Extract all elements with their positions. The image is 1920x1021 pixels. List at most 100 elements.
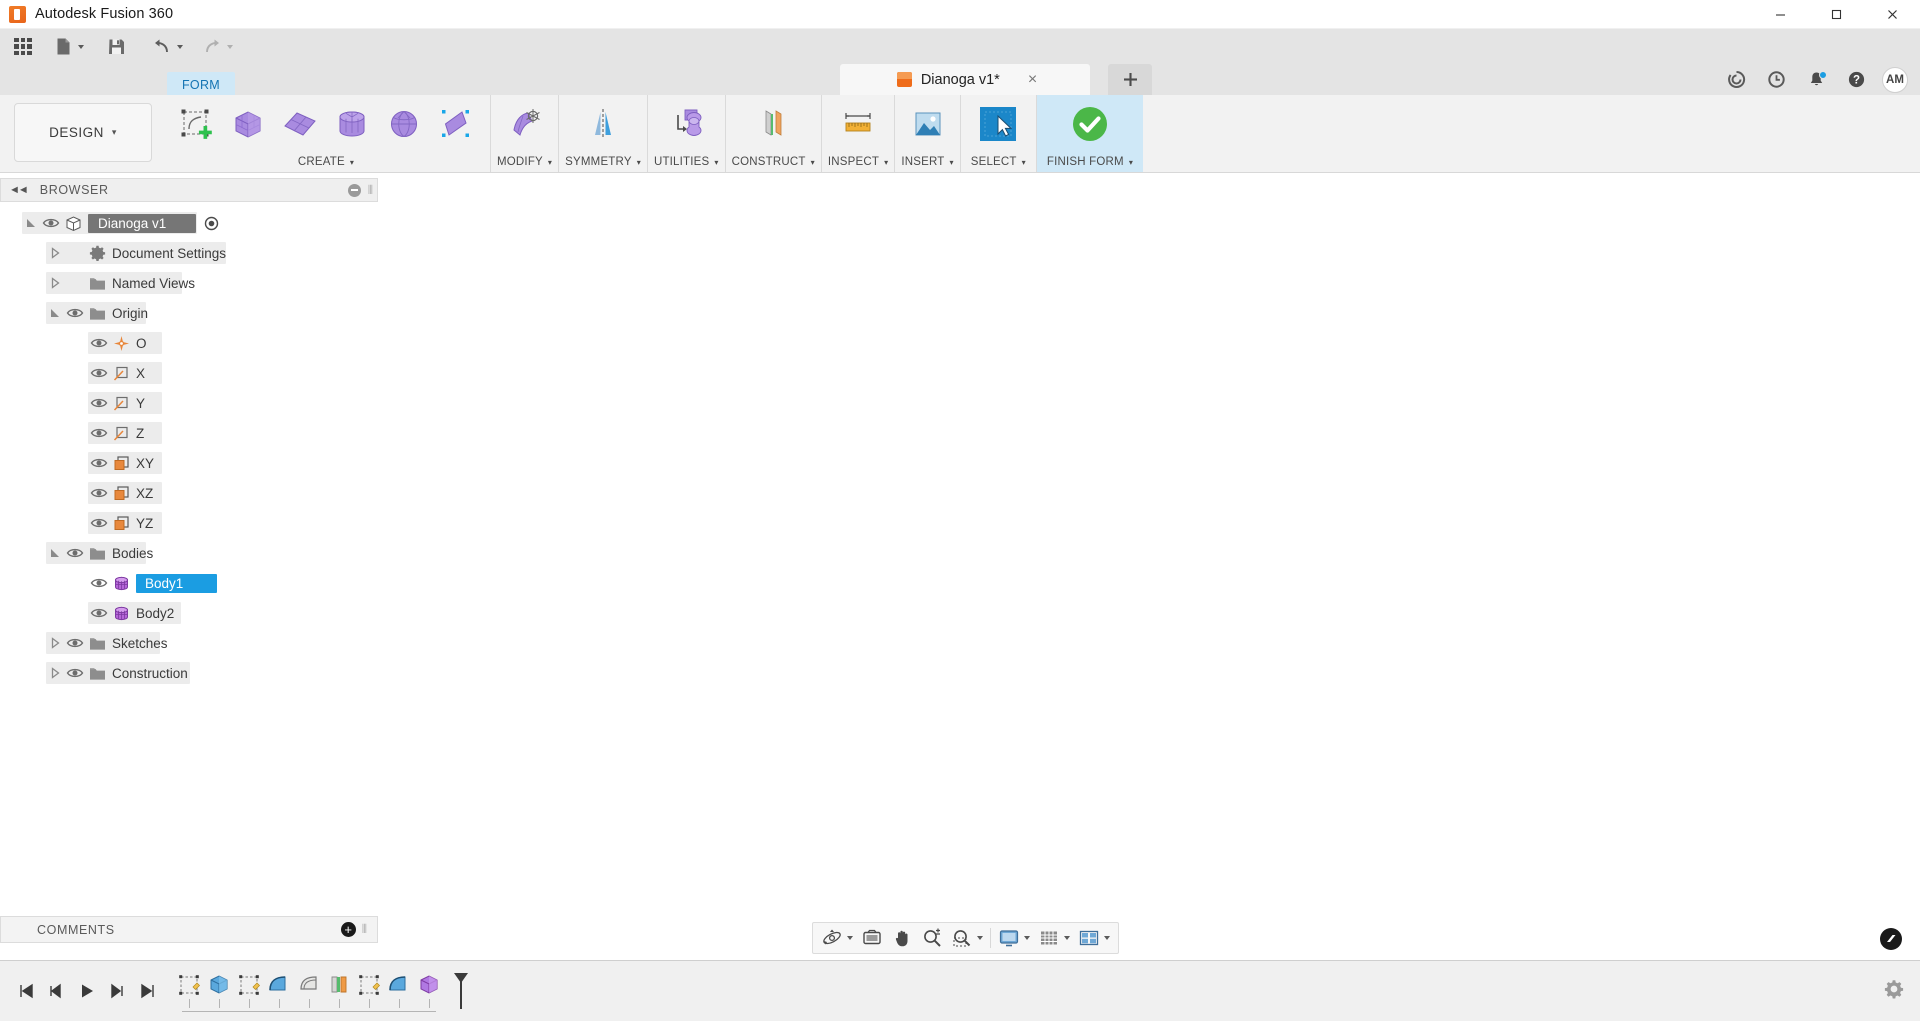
tree-item-o[interactable]: O [0, 328, 378, 358]
document-tab-dianoga[interactable]: Dianoga v1* × [840, 64, 1090, 95]
comments-panel[interactable]: COMMENTS + ⦀ [0, 916, 378, 943]
visibility-toggle-eye-icon[interactable] [64, 546, 86, 560]
minimize-button[interactable] [1752, 0, 1808, 29]
autodesk-badge-icon[interactable] [1880, 928, 1902, 950]
timeline-feature-form-icon[interactable] [414, 971, 444, 1008]
timeline-feature-sketch-icon[interactable] [354, 971, 384, 1008]
finish-form-check-icon[interactable] [1060, 99, 1120, 149]
ribbon-group-select-dropdown[interactable]: SELECT ▾ [971, 152, 1026, 172]
new-file-button[interactable] [47, 29, 90, 64]
chevron-down-icon[interactable] [177, 45, 183, 49]
tree-twisty-toggle[interactable] [46, 277, 64, 289]
timeline-feature-sketch-icon[interactable] [174, 971, 204, 1008]
visibility-toggle-eye-icon[interactable] [40, 216, 62, 230]
tree-item-yz[interactable]: YZ [0, 508, 378, 538]
zoom-window-icon[interactable] [947, 924, 987, 952]
viewcube-face-back-label[interactable]: BACK [1812, 248, 1842, 269]
visibility-toggle-eye-icon[interactable] [88, 606, 110, 620]
browser-resize-handle[interactable]: ⦀ [368, 183, 373, 198]
visibility-toggle-eye-icon[interactable] [88, 366, 110, 380]
tree-item-construction[interactable]: Construction [0, 658, 378, 688]
timeline-feature-fillet-icon[interactable] [384, 971, 414, 1008]
display-settings-monitor-icon[interactable] [994, 924, 1034, 952]
insert-canvas-image-icon[interactable] [902, 99, 954, 149]
ribbon-group-modify-dropdown[interactable]: MODIFY ▾ [497, 152, 552, 172]
tree-item-origin[interactable]: Origin [0, 298, 378, 328]
save-button[interactable] [100, 29, 133, 64]
redo-button[interactable] [195, 29, 239, 64]
timeline-feature-sketch-icon[interactable] [234, 971, 264, 1008]
offset-plane-icon[interactable] [747, 99, 799, 149]
visibility-toggle-eye-icon[interactable] [88, 336, 110, 350]
ribbon-group-construct-dropdown[interactable]: CONSTRUCT ▾ [732, 152, 815, 172]
app-grid-button[interactable] [7, 29, 39, 64]
timeline-step-back-icon[interactable] [42, 974, 72, 1008]
timeline-play-icon[interactable] [72, 974, 102, 1008]
chevron-down-icon[interactable] [1024, 936, 1030, 940]
tree-twisty-toggle[interactable] [46, 667, 64, 679]
tree-twisty-toggle[interactable] [46, 637, 64, 649]
tree-item-xz[interactable]: XZ [0, 478, 378, 508]
tree-item-bodies[interactable]: Bodies [0, 538, 378, 568]
grid-snaps-icon[interactable] [1034, 924, 1074, 952]
edit-form-icon[interactable] [499, 99, 551, 149]
zoom-magnifier-icon[interactable] [917, 924, 947, 952]
plane-primitive-icon[interactable] [274, 99, 326, 149]
job-status-icon[interactable] [1716, 64, 1756, 95]
tree-item-x[interactable]: X [0, 358, 378, 388]
radio-active-icon[interactable] [204, 216, 219, 231]
document-tab-close-icon[interactable]: × [1028, 72, 1037, 88]
tab-form[interactable]: FORM [167, 72, 235, 97]
ribbon-group-utilities-dropdown[interactable]: UTILITIES ▾ [654, 152, 719, 172]
tree-item-y[interactable]: Y [0, 388, 378, 418]
new-document-tab-button[interactable] [1108, 64, 1152, 95]
box-primitive-icon[interactable] [222, 99, 274, 149]
avatar[interactable]: AM [1882, 67, 1908, 93]
tree-twisty-toggle[interactable] [46, 547, 64, 559]
tree-item-sketches[interactable]: Sketches [0, 628, 378, 658]
chevron-down-icon[interactable] [847, 936, 853, 940]
tree-item-dianoga-v1[interactable]: Dianoga v1 [0, 208, 378, 238]
cylinder-primitive-icon[interactable] [326, 99, 378, 149]
notifications-bell-icon[interactable] [1796, 64, 1836, 95]
tree-item-body2[interactable]: Body2 [0, 598, 378, 628]
ribbon-group-create-dropdown[interactable]: CREATE ▾ [298, 152, 354, 172]
mirror-internal-icon[interactable] [577, 99, 629, 149]
add-comment-button[interactable]: + [341, 922, 356, 937]
visibility-toggle-eye-icon[interactable] [88, 396, 110, 410]
ribbon-group-finish-form[interactable]: FINISH FORM ▾ [1037, 95, 1143, 172]
pan-hand-icon[interactable] [887, 924, 917, 952]
timeline-go-to-beginning-icon[interactable] [12, 974, 42, 1008]
ribbon-group-inspect-dropdown[interactable]: INSPECT ▾ [828, 152, 888, 172]
chevron-down-icon[interactable] [1064, 936, 1070, 940]
visibility-toggle-eye-icon[interactable] [88, 516, 110, 530]
ribbon-group-insert-dropdown[interactable]: INSERT ▾ [901, 152, 953, 172]
visibility-toggle-eye-icon[interactable] [88, 486, 110, 500]
close-button[interactable] [1864, 0, 1920, 29]
timeline-go-to-end-icon[interactable] [132, 974, 162, 1008]
viewcube-face-right-label[interactable]: RIGHT [1778, 247, 1811, 270]
help-icon[interactable]: ? [1836, 64, 1876, 95]
workspace-switcher[interactable]: DESIGN ▾ [14, 103, 152, 162]
measure-icon[interactable] [832, 99, 884, 149]
create-form-icon[interactable] [170, 99, 222, 149]
repair-body-icon[interactable] [660, 99, 712, 149]
visibility-toggle-eye-icon[interactable] [88, 456, 110, 470]
maximize-button[interactable] [1808, 0, 1864, 29]
timeline-feature-shell-icon[interactable] [294, 971, 324, 1008]
tree-twisty-toggle[interactable] [46, 247, 64, 259]
browser-minimize-icon[interactable] [348, 184, 361, 197]
timeline-feature-fillet-icon[interactable] [264, 971, 294, 1008]
sphere-primitive-icon[interactable] [378, 99, 430, 149]
collapse-panel-icon[interactable]: ◄◄ [9, 184, 27, 196]
chevron-down-icon[interactable] [1104, 936, 1110, 940]
tree-item-z[interactable]: Z [0, 418, 378, 448]
visibility-toggle-eye-icon[interactable] [64, 666, 86, 680]
visibility-toggle-eye-icon[interactable] [88, 576, 110, 590]
tree-twisty-toggle[interactable] [22, 217, 40, 229]
ribbon-group-finish-form-dropdown[interactable]: FINISH FORM ▾ [1047, 152, 1133, 172]
chevron-down-icon[interactable] [977, 936, 983, 940]
look-at-icon[interactable] [857, 924, 887, 952]
timeline-feature-mirror-icon[interactable] [324, 971, 354, 1008]
tree-item-body1[interactable]: Body1 [0, 568, 378, 598]
